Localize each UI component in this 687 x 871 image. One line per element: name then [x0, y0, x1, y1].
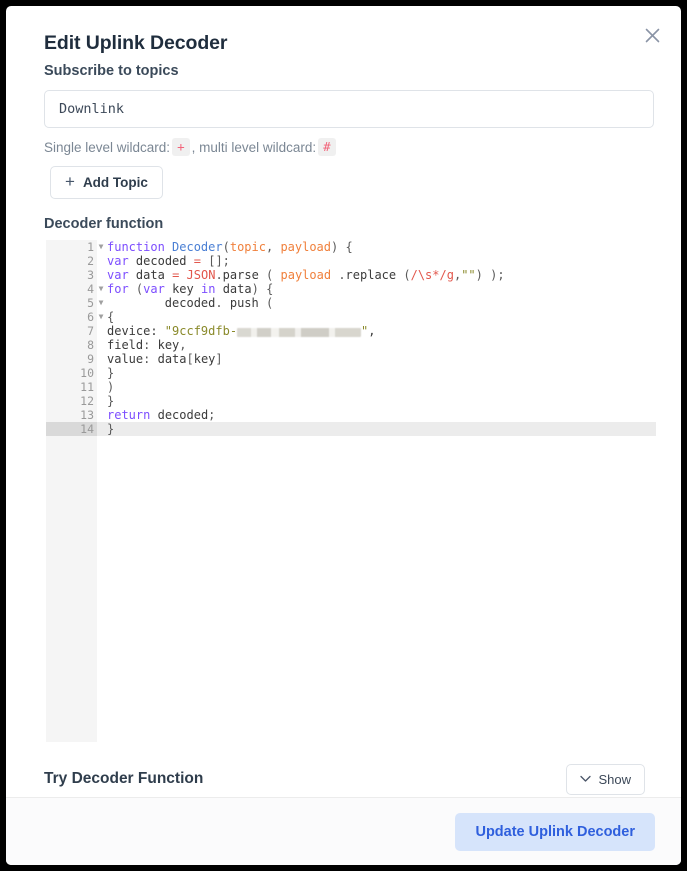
- close-button[interactable]: [635, 18, 669, 52]
- code-line-text: }: [107, 394, 115, 408]
- code-line[interactable]: 13 return decoded;: [46, 408, 656, 422]
- code-line-text: var data = JSON.parse ( payload .replace…: [107, 268, 505, 282]
- update-uplink-decoder-button[interactable]: Update Uplink Decoder: [455, 812, 655, 851]
- code-line-text: return decoded;: [107, 408, 216, 422]
- line-number: 12: [80, 394, 94, 408]
- multi-level-wildcard-badge: #: [318, 138, 336, 156]
- code-line[interactable]: 14}: [46, 422, 656, 436]
- line-number: 10: [80, 366, 94, 380]
- code-line-text: field: key,: [107, 338, 187, 352]
- line-number: 14: [46, 422, 97, 436]
- add-topic-label: Add Topic: [82, 175, 148, 190]
- code-line[interactable]: 11): [46, 380, 656, 394]
- code-line-text: ): [107, 380, 115, 394]
- show-try-decoder-button[interactable]: Show: [566, 763, 645, 795]
- page-title: Edit Uplink Decoder: [44, 32, 228, 54]
- try-decoder-row: Try Decoder Function Show: [6, 751, 681, 797]
- line-number: 3: [87, 268, 94, 282]
- single-level-wildcard-badge: +: [172, 138, 190, 156]
- subscribe-topics-label: Subscribe to topics: [44, 63, 179, 79]
- code-line-text: for (var key in data) {: [107, 282, 274, 296]
- chevron-down-icon: [580, 775, 592, 782]
- try-decoder-label: Try Decoder Function: [44, 770, 204, 787]
- code-line[interactable]: 1 ▼ function Decoder(topic, payload) {: [46, 240, 656, 254]
- code-line-text: function Decoder(topic, payload) {: [107, 240, 353, 254]
- line-number: 2: [87, 254, 94, 268]
- wildcard-hint-prefix: Single level wildcard:: [44, 139, 171, 155]
- code-line[interactable]: 10}: [46, 366, 656, 380]
- line-number: 5 ▼: [87, 296, 104, 310]
- add-topic-button[interactable]: + Add Topic: [50, 166, 163, 199]
- line-number: 7: [87, 324, 94, 338]
- line-number: 13: [80, 408, 94, 422]
- wildcard-hint: Single level wildcard: + , multi level w…: [44, 138, 338, 156]
- code-line-text: var decoded = [];: [107, 254, 230, 268]
- fold-toggle-icon[interactable]: ▼: [97, 240, 105, 254]
- code-line[interactable]: 2 var decoded = [];: [46, 254, 656, 268]
- code-line-text: value: data[key]: [107, 352, 223, 366]
- decoder-function-label: Decoder function: [44, 216, 164, 232]
- close-icon: [645, 28, 659, 42]
- wildcard-hint-middle: , multi level wildcard:: [191, 139, 317, 155]
- code-line[interactable]: 3 var data = JSON.parse ( payload .replac…: [46, 268, 656, 282]
- code-line[interactable]: 8 field: key,: [46, 338, 656, 352]
- fold-toggle-icon[interactable]: ▼: [97, 296, 105, 310]
- line-number: 9: [87, 352, 94, 366]
- edit-uplink-decoder-dialog: Edit Uplink Decoder Subscribe to topics …: [6, 6, 681, 865]
- line-number: 1 ▼: [87, 240, 104, 254]
- dialog-body: Edit Uplink Decoder Subscribe to topics …: [6, 6, 681, 797]
- code-line-text: device: "9ccf9dfb- ",: [107, 324, 376, 338]
- code-line[interactable]: 9 value: data[key]: [46, 352, 656, 366]
- topic-input[interactable]: [44, 90, 654, 128]
- plus-icon: +: [65, 172, 75, 191]
- editor-code-lines[interactable]: 1 ▼ function Decoder(topic, payload) {2 var…: [46, 240, 656, 436]
- code-line[interactable]: 7 device: "9ccf9dfb- ",: [46, 324, 656, 338]
- fold-toggle-icon[interactable]: ▼: [97, 282, 105, 296]
- code-line-text: }: [107, 366, 115, 380]
- code-line-text: decoded. push (: [164, 296, 274, 310]
- show-label: Show: [598, 771, 631, 787]
- line-number: 4 ▼: [87, 282, 104, 296]
- dialog-footer: Update Uplink Decoder: [6, 797, 681, 865]
- code-line[interactable]: 4 ▼ for (var key in data) {: [46, 282, 656, 296]
- fold-toggle-icon[interactable]: ▼: [97, 310, 105, 324]
- code-line[interactable]: 5 ▼ decoded. push (: [46, 296, 656, 310]
- line-number: 6 ▼: [87, 310, 104, 324]
- line-number: 11: [80, 380, 94, 394]
- code-line-text: }: [107, 422, 115, 436]
- code-line[interactable]: 6 ▼{: [46, 310, 656, 324]
- code-line[interactable]: 12}: [46, 394, 656, 408]
- line-number: 8: [87, 338, 94, 352]
- decoder-code-editor[interactable]: 1 ▼ function Decoder(topic, payload) {2 var…: [46, 240, 656, 742]
